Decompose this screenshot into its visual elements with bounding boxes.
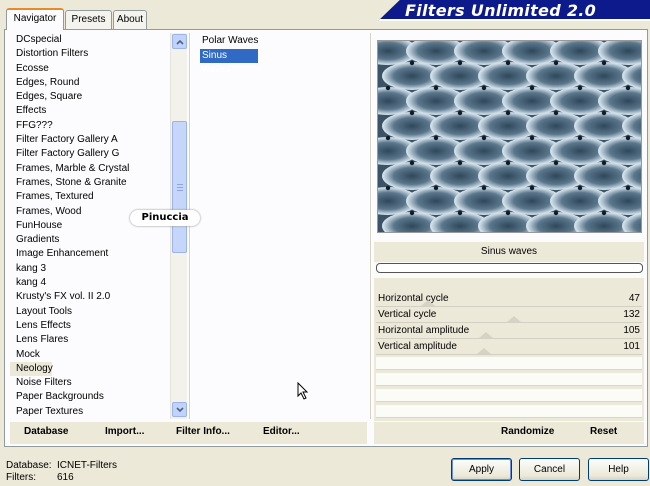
watermark-badge: Pinuccia: [130, 210, 200, 226]
import-button[interactable]: Import...: [105, 426, 144, 437]
chevron-down-icon: [176, 407, 184, 413]
apply-button[interactable]: Apply: [451, 458, 512, 481]
tab-navigator[interactable]: Navigator: [6, 8, 64, 30]
category-item[interactable]: Image Enhancement: [10, 247, 170, 261]
empty-param-row: [376, 389, 642, 402]
category-item[interactable]: Ecosse: [10, 62, 170, 76]
slider-thumb[interactable]: [479, 332, 494, 338]
database-button[interactable]: Database: [24, 426, 68, 437]
filter-list[interactable]: Polar Waves Sinus waves: [200, 34, 368, 75]
category-item[interactable]: Paper Backgrounds: [10, 390, 170, 404]
category-item[interactable]: Edges, Round: [10, 76, 170, 90]
editor-button[interactable]: Editor...: [263, 426, 300, 437]
filters-label: Filters:: [6, 472, 36, 483]
category-item[interactable]: kang 3: [10, 262, 170, 276]
category-list[interactable]: DCspecial Distortion Filters Ecosse Edges, …: [10, 33, 170, 421]
cancel-button[interactable]: Cancel: [519, 458, 580, 481]
param-vertical-cycle[interactable]: Vertical cycle 132: [376, 307, 642, 323]
filter-item-polar-waves[interactable]: Polar Waves: [200, 34, 368, 49]
divider-right: [370, 33, 372, 419]
scroll-down-button[interactable]: [172, 402, 187, 417]
grip-icon: [177, 184, 183, 191]
randomize-button[interactable]: Randomize: [501, 426, 554, 437]
slider-thumb[interactable]: [507, 316, 522, 322]
current-filter-name: Sinus waves: [374, 242, 644, 262]
category-item[interactable]: Mock: [10, 348, 170, 362]
scroll-up-button[interactable]: [172, 34, 187, 49]
category-item[interactable]: Neology: [10, 361, 53, 377]
mouse-cursor-icon: [297, 382, 309, 400]
category-item[interactable]: FFG???: [10, 119, 170, 133]
slider-thumb[interactable]: [421, 300, 436, 306]
category-item[interactable]: Lens Effects: [10, 319, 170, 333]
empty-param-row: [376, 405, 642, 418]
slider-thumb[interactable]: [476, 348, 491, 354]
scroll-thumb[interactable]: [172, 121, 187, 253]
category-item[interactable]: Distortion Filters: [10, 47, 170, 61]
category-item[interactable]: Frames, Marble & Crystal: [10, 162, 170, 176]
empty-param-row: [376, 373, 642, 386]
database-value: ICNET-Filters: [57, 460, 117, 471]
category-item[interactable]: kang 4: [10, 276, 170, 290]
filter-info-button[interactable]: Filter Info...: [176, 426, 230, 437]
category-item[interactable]: Paper Textures: [10, 405, 170, 419]
category-item[interactable]: Filter Factory Gallery G: [10, 147, 170, 161]
category-item[interactable]: Frames, Textured: [10, 190, 170, 204]
preview-pattern: [378, 41, 641, 232]
empty-param-row: [376, 357, 642, 370]
category-item[interactable]: Layout Tools: [10, 305, 170, 319]
progress-bar: [376, 263, 643, 273]
category-item[interactable]: Gradients: [10, 233, 170, 247]
reset-button[interactable]: Reset: [590, 426, 617, 437]
tab-presets[interactable]: Presets: [65, 10, 112, 29]
divider-left: [189, 33, 191, 419]
app-title: Filters Unlimited 2.0: [405, 1, 597, 20]
category-item[interactable]: Effects: [10, 104, 170, 118]
filter-preview-image: [377, 40, 642, 233]
category-scrollbar[interactable]: [170, 33, 187, 419]
param-horizontal-cycle[interactable]: Horizontal cycle 47: [376, 291, 642, 307]
category-item[interactable]: Noise Filters: [10, 376, 170, 390]
database-label: Database:: [6, 460, 52, 471]
param-vertical-amplitude[interactable]: Vertical amplitude 101: [376, 339, 642, 355]
category-item[interactable]: DCspecial: [10, 33, 170, 47]
chevron-up-icon: [176, 39, 184, 45]
category-item[interactable]: Frames, Stone & Granite: [10, 176, 170, 190]
category-item[interactable]: Krusty's FX vol. II 2.0: [10, 290, 170, 304]
param-horizontal-amplitude[interactable]: Horizontal amplitude 105: [376, 323, 642, 339]
filters-count: 616: [57, 472, 74, 483]
tab-about[interactable]: About: [113, 10, 147, 29]
filter-item-sinus-waves[interactable]: Sinus waves: [200, 48, 258, 75]
category-item[interactable]: Filter Factory Gallery A: [10, 133, 170, 147]
category-item[interactable]: Lens Flares: [10, 333, 170, 347]
category-item[interactable]: Edges, Square: [10, 90, 170, 104]
help-button[interactable]: Help: [588, 458, 649, 481]
